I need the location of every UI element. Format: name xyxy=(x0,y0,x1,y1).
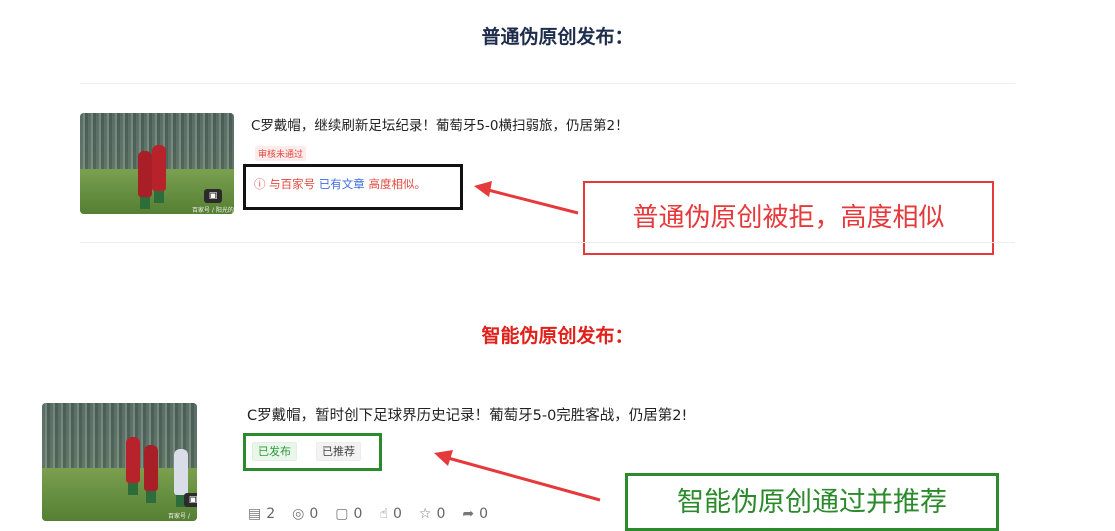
article2-title[interactable]: C罗戴帽，暂时创下足球界历史记录！葡萄牙5-0完胜客战，仍居第2! xyxy=(247,404,687,425)
section2-heading: 智能伪原创发布： xyxy=(481,325,634,347)
article1-title[interactable]: C罗戴帽，继续刷新足坛纪录！葡萄牙5-0横扫弱旅，仍居第2！ xyxy=(251,114,629,134)
thumb-watermark: 百家号 / 阳光的阳光 xyxy=(168,513,190,520)
section1-divider xyxy=(80,242,1015,243)
stat-favorites[interactable]: ☆ 0 xyxy=(419,506,445,522)
player-figure xyxy=(152,145,166,203)
reject-reason: ⓘ 与百家号 已有文章 高度相似。 xyxy=(254,176,426,192)
article2-thumbnail[interactable]: ▣ 百家号 / 阳光的阳光 xyxy=(42,403,197,521)
stat-documents[interactable]: ▤ 2 xyxy=(248,506,275,522)
article-stats: ▤ 2 ◎ 0 ▢ 0 ☝ 0 ☆ 0 ➦ 0 xyxy=(248,506,488,522)
approved-callout: 智能伪原创通过并推荐 xyxy=(625,473,999,531)
section1-heading: 普通伪原创发布： xyxy=(481,26,634,48)
stat-value: 0 xyxy=(309,506,319,522)
stat-shares[interactable]: ➦ 0 xyxy=(462,506,488,522)
stat-likes[interactable]: ☝ 0 xyxy=(379,506,401,522)
warning-icon: ⓘ xyxy=(254,177,266,191)
player-figure xyxy=(144,445,158,503)
player-figure xyxy=(138,151,152,209)
share-icon: ➦ xyxy=(462,506,475,522)
recommended-chip: 已推荐 xyxy=(316,442,361,461)
player-figure xyxy=(126,437,140,495)
stat-views[interactable]: ◎ 0 xyxy=(292,506,318,522)
top-divider xyxy=(80,83,1015,84)
stat-value: 2 xyxy=(266,506,276,522)
stat-value: 0 xyxy=(436,506,446,522)
red-arrow-1 xyxy=(474,181,579,215)
article1-thumbnail[interactable]: ▣ 百家号 / 阳光的阳光 xyxy=(80,113,234,214)
reason-text-1: 与百家号 xyxy=(269,177,316,191)
video-badge-icon: ▣ xyxy=(204,189,222,203)
published-chip: 已发布 xyxy=(252,442,297,461)
review-failed-badge: 审核未通过 xyxy=(255,146,307,161)
stat-value: 0 xyxy=(392,506,402,522)
stat-value: 0 xyxy=(479,506,489,522)
star-icon: ☆ xyxy=(418,506,432,522)
existing-article-link[interactable]: 已有文章 xyxy=(319,177,365,191)
thumb-watermark: 百家号 / 阳光的阳光 xyxy=(192,207,234,214)
stat-comments[interactable]: ▢ 0 xyxy=(335,506,362,522)
document-icon: ▤ xyxy=(248,506,262,522)
eye-icon: ◎ xyxy=(292,506,305,522)
rejected-callout: 普通伪原创被拒，高度相似 xyxy=(583,181,994,255)
stat-value: 0 xyxy=(353,506,363,522)
player-figure xyxy=(174,449,188,507)
red-arrow-2 xyxy=(434,450,601,502)
reason-text-2: 高度相似。 xyxy=(368,177,426,191)
comment-icon: ▢ xyxy=(335,506,349,522)
thumbs-up-icon: ☝ xyxy=(379,506,388,522)
video-badge-icon: ▣ xyxy=(184,493,197,507)
